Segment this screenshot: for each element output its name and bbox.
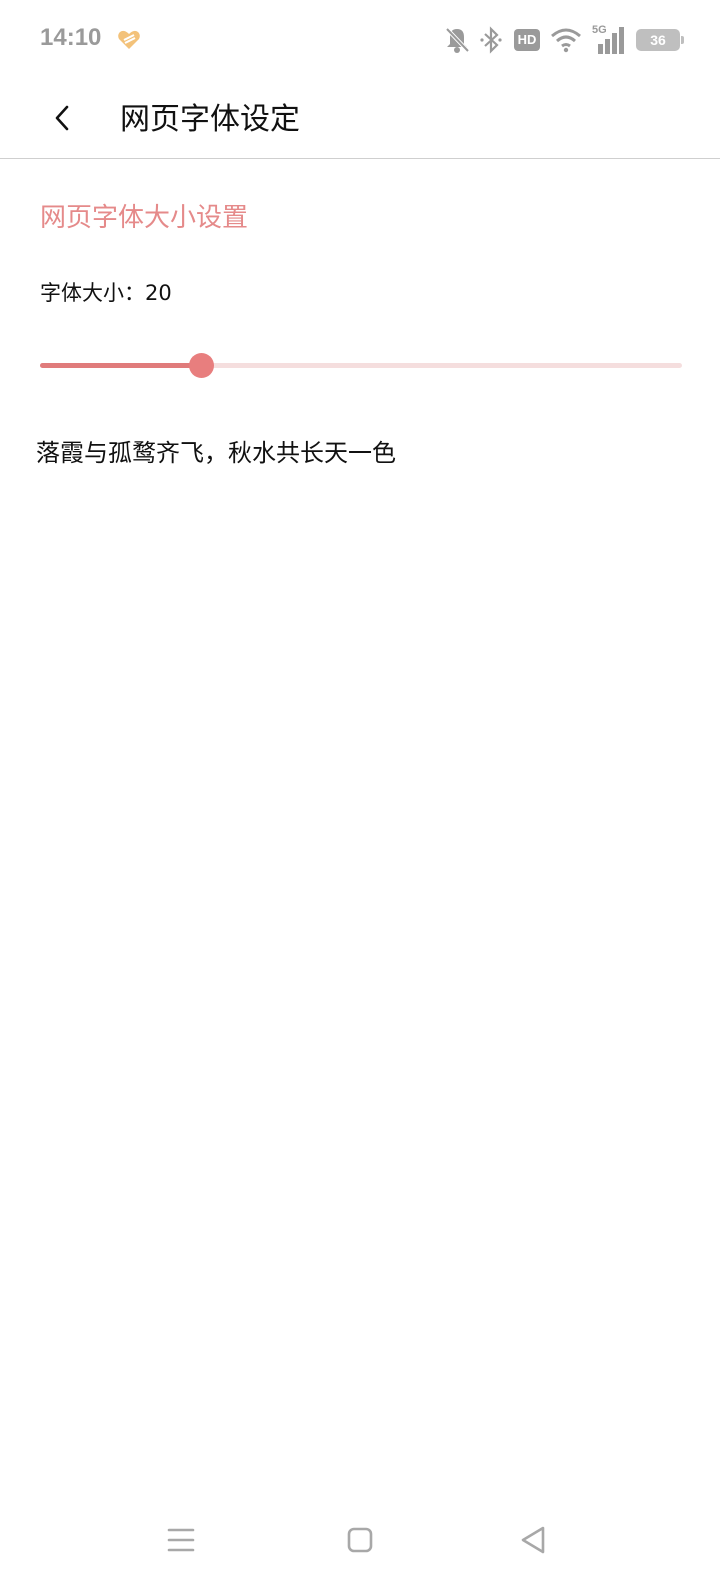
menu-icon <box>167 1528 195 1552</box>
signal-group: 5G <box>592 24 626 54</box>
font-size-slider[interactable] <box>40 346 682 386</box>
signal-icon <box>598 27 624 54</box>
bluetooth-icon <box>480 26 502 54</box>
app-notification-icon <box>118 30 140 49</box>
chevron-left-icon <box>55 105 69 131</box>
page-title: 网页字体设定 <box>120 102 300 137</box>
status-bar: 14:10 HD 5G 36 <box>0 0 720 80</box>
wifi-icon <box>551 28 581 53</box>
slider-thumb[interactable] <box>189 353 214 378</box>
bell-off-icon <box>445 27 470 53</box>
status-icons: HD 5G 36 <box>444 22 684 58</box>
navigation-bar <box>0 1494 720 1584</box>
section-title: 网页字体大小设置 <box>40 203 249 233</box>
hd-badge: HD <box>514 29 540 51</box>
battery-icon: 36 <box>636 29 684 51</box>
back-triangle-icon <box>521 1526 545 1554</box>
home-button[interactable] <box>336 1516 384 1564</box>
menu-button[interactable] <box>157 1516 205 1564</box>
home-icon <box>347 1527 373 1553</box>
toolbar: 网页字体设定 <box>0 80 720 159</box>
slider-fill <box>40 363 201 368</box>
back-nav-button[interactable] <box>509 1516 557 1564</box>
back-button[interactable] <box>40 96 84 140</box>
preview-text: 落霞与孤鹜齐飞，秋水共长天一色 <box>36 439 396 467</box>
status-time: 14:10 <box>40 24 102 51</box>
font-size-label: 字体大小：20 <box>40 281 172 305</box>
